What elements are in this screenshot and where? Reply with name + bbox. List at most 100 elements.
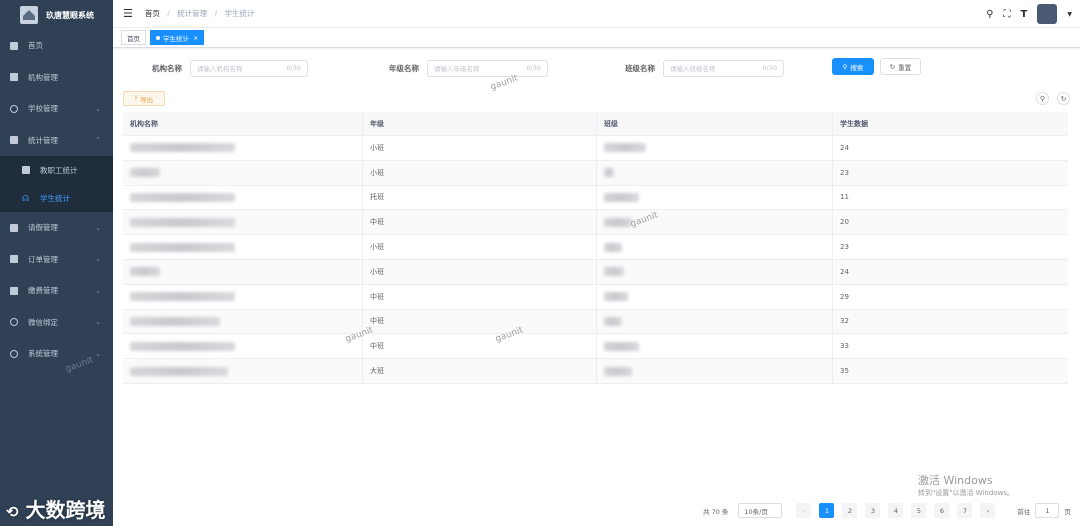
cell-grade: 小班 [363, 160, 597, 185]
hamburger-icon[interactable]: ☰ [123, 7, 133, 20]
org-name-input[interactable]: 请输入机构名称 0/30 [190, 59, 308, 77]
cell-count: 32 [840, 317, 849, 326]
cell-org [123, 235, 363, 259]
table-row[interactable]: 小班 24 [123, 259, 1068, 285]
table-row[interactable]: 托班 11 [123, 185, 1068, 211]
org-name-label: 机构名称 [152, 63, 182, 73]
redacted-org-name [130, 217, 235, 227]
cell-grade: 大班 [363, 359, 597, 383]
cell-class [597, 334, 833, 359]
table-row[interactable]: 小班 23 [123, 160, 1068, 186]
redacted-class-name [604, 267, 624, 277]
cell-grade: 托班 [363, 185, 597, 210]
tag-label: 首页 [127, 34, 140, 43]
avatar[interactable] [1037, 4, 1058, 24]
tag-home[interactable]: 首页 [121, 30, 146, 45]
sidebar-item-label: 学生统计 [40, 193, 70, 203]
cell-org [123, 210, 363, 235]
redacted-class-name [604, 192, 639, 202]
breadcrumb-level1: 统计管理 [177, 9, 208, 18]
page-number-button[interactable]: 4 [888, 503, 904, 518]
chevron-down-icon: ⌄ [95, 223, 101, 232]
redacted-class-name [604, 143, 646, 153]
table-row[interactable]: 中班 29 [123, 284, 1068, 310]
search-icon: ⚲ [842, 62, 848, 71]
sidebar-item-label: 首页 [28, 41, 43, 51]
search-icon[interactable]: ⚲ [986, 9, 993, 20]
org-name-placeholder: 请输入机构名称 [197, 65, 243, 73]
redacted-class-name [604, 242, 622, 252]
page-number-button[interactable]: 2 [842, 503, 858, 518]
caret-down-icon[interactable]: ▼ [1067, 11, 1072, 18]
redacted-org-name [130, 366, 228, 376]
table-row[interactable]: 小班 23 [123, 235, 1068, 260]
goto-page-input[interactable]: 1 [1035, 503, 1060, 518]
search-button[interactable]: ⚲ 搜索 [832, 58, 874, 75]
document-icon [10, 73, 18, 82]
pagination: 共 70 条 10条/页 ‹ 1234567 › 前往 1 页 [703, 503, 1071, 518]
table-row[interactable]: 大班 35 [123, 359, 1068, 384]
page-number-button[interactable]: 7 [957, 503, 973, 518]
sidebar-item-system[interactable]: 系统管理 ⌄ [0, 338, 113, 370]
page-size-value: 10条/页 [744, 507, 768, 516]
active-dot-icon [156, 35, 160, 40]
redacted-class-name [604, 316, 622, 326]
class-name-input[interactable]: 请输入班级名称 0/30 [663, 59, 784, 77]
app-logo[interactable]: 玖唐慧眼系统 [0, 0, 113, 30]
grade-name-input[interactable]: 请输入年级名称 0/30 [427, 59, 548, 77]
col-header-class: 班级 [597, 112, 833, 135]
prev-page-button[interactable]: ‹ [796, 503, 812, 518]
header-actions: ⚲ ⛶ T ▼ [986, 4, 1072, 24]
chevron-down-icon: ⌄ [95, 318, 101, 327]
sidebar-item-order[interactable]: 订单管理 ⌄ [0, 244, 113, 276]
toggle-search-button[interactable]: ⚲ [1036, 92, 1049, 105]
page-number-button[interactable]: 1 [819, 503, 835, 518]
sidebar-item-label: 统计管理 [28, 135, 58, 145]
logo-icon [20, 6, 38, 24]
next-page-button[interactable]: › [980, 503, 996, 518]
page-number-button[interactable]: 5 [911, 503, 927, 518]
class-name-label: 班级名称 [625, 63, 655, 73]
table-row[interactable]: 小班 24 [123, 136, 1068, 161]
close-icon[interactable]: × [193, 34, 198, 42]
redacted-class-name [604, 168, 614, 178]
refresh-button[interactable]: ↻ [1057, 92, 1070, 105]
sidebar-item-stats[interactable]: 统计管理 ⌃ [0, 125, 113, 157]
sidebar-item-school[interactable]: 学校管理 ⌄ [0, 93, 113, 125]
sidebar-item-staff-stats[interactable]: 教职工统计 [0, 156, 113, 184]
sidebar-item-wechat[interactable]: 微信绑定 ⌄ [0, 307, 113, 339]
activate-title: 激活 Windows [918, 474, 993, 487]
breadcrumb-current: 学生统计 [224, 9, 255, 18]
corner-brand-text: 大数跨境 [25, 498, 106, 522]
sidebar-item-leave[interactable]: 请假管理 ⌄ [0, 212, 113, 244]
reset-button[interactable]: ↻ 重置 [880, 58, 921, 75]
sidebar-item-org[interactable]: 机构管理 [0, 62, 113, 94]
cell-class [597, 235, 833, 259]
cell-count: 23 [840, 168, 849, 177]
cell-grade: 中班 [363, 334, 597, 359]
redacted-class-name [604, 292, 628, 302]
table-row[interactable]: 中班 32 [123, 309, 1068, 335]
goto-label: 前往 [1017, 507, 1031, 516]
page-number-button[interactable]: 3 [865, 503, 881, 518]
sidebar-submenu-stats: 教职工统计 ☊ 学生统计 [0, 156, 113, 212]
breadcrumb-separator: / [167, 9, 170, 18]
tag-student-stats[interactable]: 学生统计 × [150, 30, 205, 45]
font-size-icon[interactable]: T [1021, 9, 1028, 20]
sidebar-item-payment[interactable]: 缴费管理 ⌄ [0, 275, 113, 307]
breadcrumb-home[interactable]: 首页 [145, 9, 160, 18]
fullscreen-icon[interactable]: ⛶ [1004, 9, 1011, 20]
export-button[interactable]: ⭳ 导出 [123, 91, 165, 106]
char-count: 0/30 [286, 64, 301, 72]
page-size-select[interactable]: 10条/页 [738, 503, 783, 518]
table-row[interactable]: 中班 33 [123, 334, 1068, 360]
table-body: 小班 24 小班 23 托班 11 中班 20 小班 23 小班 24 中班 29 中班 32 中班 33 大班 35 [123, 136, 1068, 384]
page-number-button[interactable]: 6 [934, 503, 950, 518]
page-suffix: 页 [1064, 507, 1071, 516]
cell-org [123, 185, 363, 210]
sidebar-item-student-stats[interactable]: ☊ 学生统计 [0, 184, 113, 212]
cell-org [123, 309, 363, 334]
sidebar-item-home[interactable]: 首页 [0, 30, 113, 62]
table-row[interactable]: 中班 20 [123, 210, 1068, 236]
redacted-org-name [130, 143, 235, 153]
